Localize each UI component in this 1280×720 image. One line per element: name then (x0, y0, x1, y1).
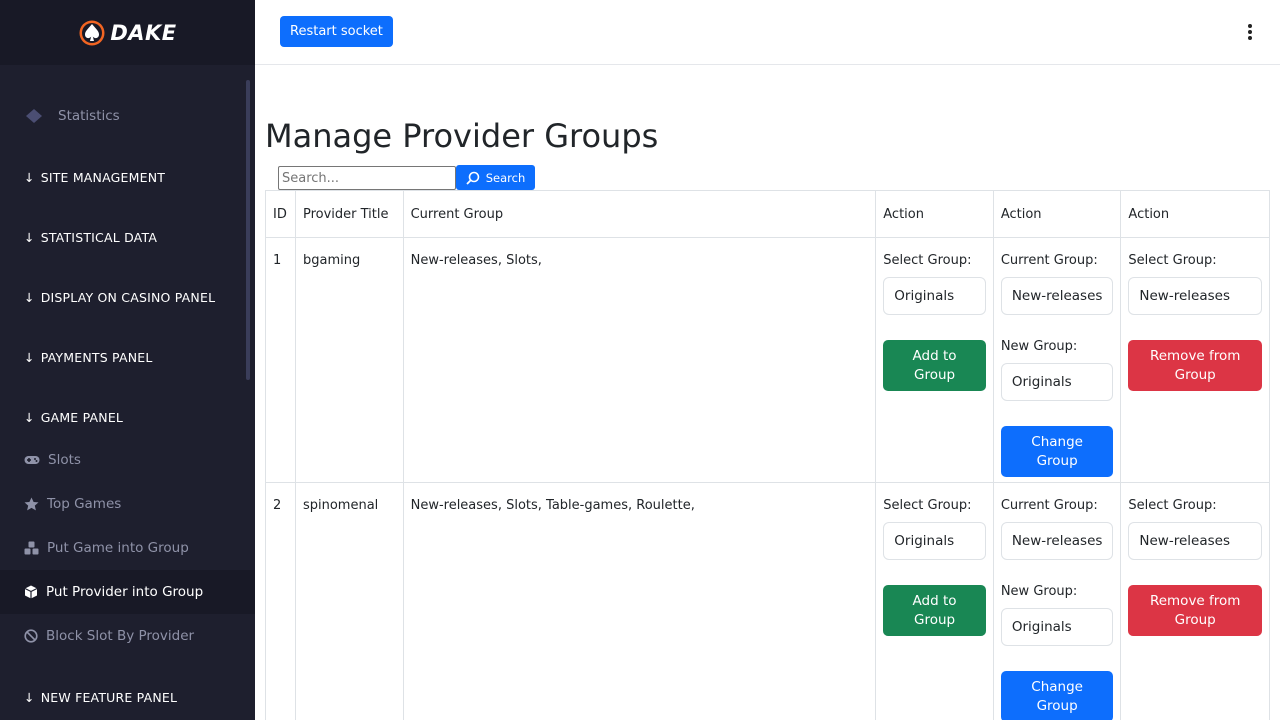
sidebar-item-top-games[interactable]: Top Games (24, 496, 121, 512)
change-group-button[interactable]: Change Group (1000, 426, 1114, 477)
kebab-menu-icon[interactable] (1245, 22, 1255, 42)
remove-group-select[interactable]: New-releases (1128, 522, 1262, 560)
search-icon (466, 171, 480, 185)
table-header-row: ID Provider Title Current Group Action A… (265, 190, 1270, 238)
select-group-label: Select Group: (883, 253, 972, 268)
search-button-label: Search (485, 170, 526, 185)
sidebar: DAKE Statistics ↓ SITE MANAGEMENT ↓ STAT… (0, 0, 255, 720)
brand-name: DAKE (110, 20, 177, 45)
sidebar-item-put-game-into-group[interactable]: Put Game into Group (24, 540, 189, 556)
brand[interactable]: DAKE (0, 0, 255, 65)
arrow-down-icon: ↓ (24, 290, 35, 305)
current-group-label: Current Group: (1000, 498, 1098, 513)
current-group-label: Current Group: (1000, 253, 1098, 268)
search-input[interactable] (278, 166, 456, 190)
sidebar-item-label: Put Game into Group (47, 540, 189, 556)
provider-groups-table: ID Provider Title Current Group Action A… (265, 190, 1270, 720)
sidebar-item-block-slot-by-provider[interactable]: Block Slot By Provider (24, 628, 194, 644)
cell-id: 2 (265, 482, 296, 720)
header-provider-title: Provider Title (294, 190, 404, 238)
spade-logo-icon (79, 20, 105, 45)
cell-current-group: New-releases, Slots, Table-games, Roulet… (402, 482, 877, 720)
cell-current-group: New-releases, Slots, (402, 237, 877, 483)
new-group-label: New Group: (1000, 584, 1078, 599)
add-group-select[interactable]: Originals (883, 522, 986, 560)
add-to-group-button[interactable]: Add to Group (883, 585, 986, 636)
header-action-remove: Action (1120, 190, 1270, 238)
cell-action-add: Select Group: Originals Add to Group (875, 237, 994, 483)
sidebar-section-game-panel[interactable]: ↓ GAME PANEL (24, 410, 123, 425)
current-group-select[interactable]: New-releases (1000, 522, 1114, 560)
search-button[interactable]: Search (456, 165, 535, 190)
section-label: GAME PANEL (40, 410, 124, 425)
sidebar-item-put-provider-into-group[interactable]: Put Provider into Group (24, 584, 203, 600)
sidebar-item-statistics[interactable]: Statistics (24, 107, 120, 125)
sidebar-section-site-management[interactable]: ↓ SITE MANAGEMENT (24, 170, 165, 185)
header-current-group: Current Group (402, 190, 877, 238)
sidebar-item-label: Statistics (58, 108, 120, 124)
sidebar-item-label: Slots (48, 452, 81, 468)
remove-from-group-button[interactable]: Remove from Group (1128, 585, 1262, 636)
arrow-down-icon: ↓ (24, 230, 35, 245)
section-label: STATISTICAL DATA (40, 230, 158, 245)
table-row: 1 bgaming New-releases, Slots, Select Gr… (265, 237, 1270, 483)
sidebar-item-label: Block Slot By Provider (46, 628, 195, 644)
cell-action-remove: Select Group: New-releases Remove from G… (1120, 482, 1270, 720)
section-label: SITE MANAGEMENT (40, 170, 166, 185)
topbar: Restart socket (255, 0, 1280, 65)
cell-action-change: Current Group: New-releases New Group: O… (992, 482, 1122, 720)
cell-provider: bgaming (294, 237, 404, 483)
add-group-select[interactable]: Originals (883, 277, 986, 315)
sidebar-section-payments-panel[interactable]: ↓ PAYMENTS PANEL (24, 350, 153, 365)
ban-icon (24, 629, 38, 643)
page-title: Manage Provider Groups (265, 117, 659, 155)
cubes-icon (24, 541, 39, 555)
cell-provider: spinomenal (294, 482, 404, 720)
sidebar-section-new-feature-panel[interactable]: ↓ NEW FEATURE PANEL (24, 690, 177, 705)
cell-action-add: Select Group: Originals Add to Group (875, 482, 994, 720)
header-id: ID (265, 190, 296, 238)
star-icon (24, 497, 39, 511)
gamepad-icon (24, 456, 40, 464)
select-group-label: Select Group: (883, 498, 972, 513)
select-group-label: Select Group: (1128, 498, 1217, 513)
add-to-group-button[interactable]: Add to Group (883, 340, 986, 391)
new-group-label: New Group: (1000, 339, 1078, 354)
sidebar-item-slots[interactable]: Slots (24, 452, 81, 468)
cell-id: 1 (265, 237, 296, 483)
arrow-down-icon: ↓ (24, 170, 35, 185)
header-action-add: Action (875, 190, 994, 238)
new-group-select[interactable]: Originals (1000, 363, 1114, 401)
current-group-select[interactable]: New-releases (1000, 277, 1114, 315)
change-group-button[interactable]: Change Group (1000, 671, 1114, 720)
sidebar-item-label: Put Provider into Group (46, 584, 204, 600)
section-label: PAYMENTS PANEL (40, 350, 153, 365)
arrow-down-icon: ↓ (24, 690, 35, 705)
remove-group-select[interactable]: New-releases (1128, 277, 1262, 315)
sidebar-item-label: Top Games (47, 496, 122, 512)
arrow-down-icon: ↓ (24, 410, 35, 425)
sidebar-section-display-on-casino-panel[interactable]: ↓ DISPLAY ON CASINO PANEL (24, 290, 215, 305)
section-label: DISPLAY ON CASINO PANEL (40, 290, 216, 305)
cell-action-remove: Select Group: New-releases Remove from G… (1120, 237, 1270, 483)
new-group-select[interactable]: Originals (1000, 608, 1114, 646)
remove-from-group-button[interactable]: Remove from Group (1128, 340, 1262, 391)
table-row: 2 spinomenal New-releases, Slots, Table-… (265, 482, 1270, 720)
section-label: NEW FEATURE PANEL (40, 690, 178, 705)
sidebar-scrollbar[interactable] (246, 80, 250, 380)
cell-action-change: Current Group: New-releases New Group: O… (992, 237, 1122, 483)
arrow-down-icon: ↓ (24, 350, 35, 365)
select-group-label: Select Group: (1128, 253, 1217, 268)
diamond-icon (26, 109, 42, 123)
sidebar-section-statistical-data[interactable]: ↓ STATISTICAL DATA (24, 230, 157, 245)
cube-icon (24, 585, 38, 599)
header-action-change: Action (992, 190, 1122, 238)
restart-socket-button[interactable]: Restart socket (280, 16, 393, 47)
